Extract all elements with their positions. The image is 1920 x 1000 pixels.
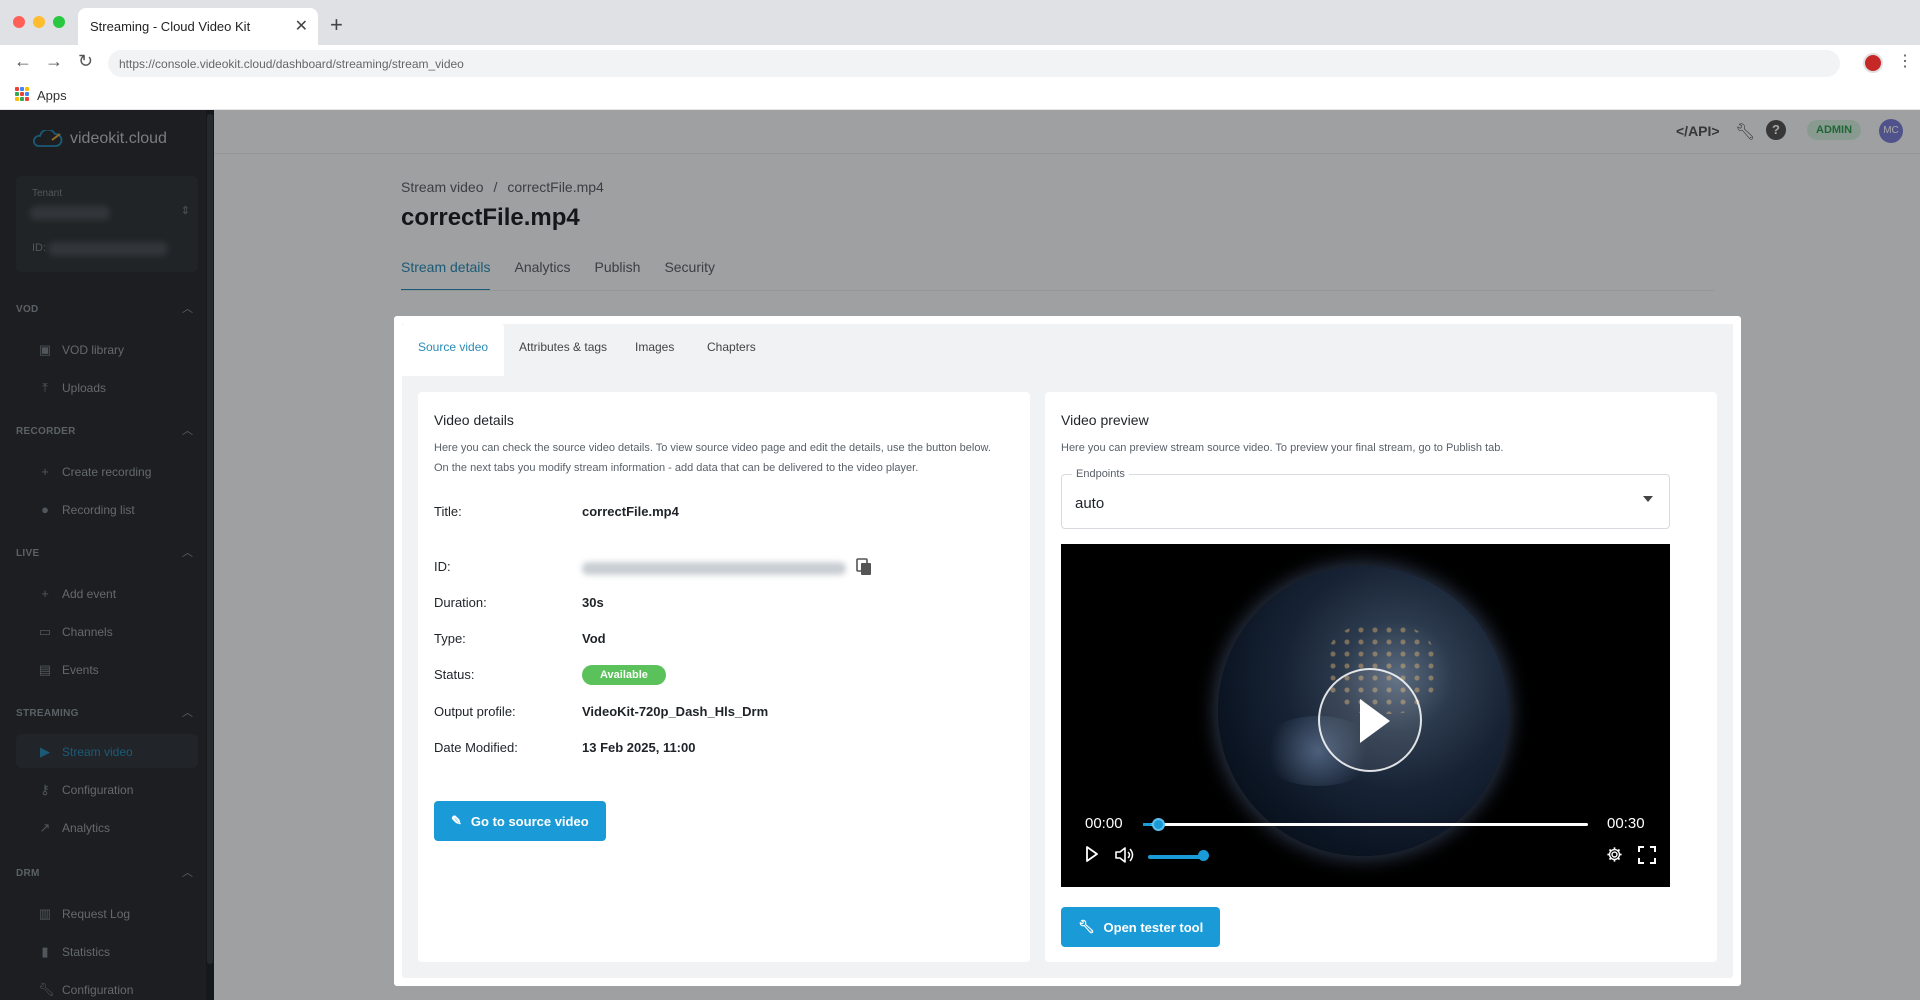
browser-menu-icon[interactable]: ⋮	[1897, 51, 1913, 71]
back-icon[interactable]: ←	[14, 51, 32, 72]
stream-details-card: Source video Attributes & tags Images Ch…	[394, 316, 1741, 986]
forward-icon[interactable]: →	[45, 51, 63, 72]
apps-bookmark[interactable]: Apps	[37, 88, 67, 103]
tab-attributes-tags[interactable]: Attributes & tags	[519, 340, 607, 354]
bookmarks-bar: Apps	[0, 81, 1920, 110]
endpoints-value: auto	[1075, 495, 1105, 512]
profile-icon[interactable]	[1863, 53, 1883, 73]
endpoints-label: Endpoints	[1072, 468, 1129, 480]
description-line: On the next tabs you modify stream infor…	[434, 462, 919, 474]
apps-grid-icon[interactable]	[15, 87, 29, 101]
status-label: Status:	[434, 667, 475, 682]
play-icon[interactable]	[1085, 846, 1099, 862]
big-play-button[interactable]	[1318, 668, 1422, 772]
wrench-icon: 🔧︎	[1078, 919, 1095, 934]
duration-value: 30s	[582, 595, 604, 610]
date-modified-label: Date Modified:	[434, 740, 518, 755]
open-tester-tool-button[interactable]: 🔧︎ Open tester tool	[1061, 907, 1221, 947]
button-label: Open tester tool	[1103, 919, 1204, 935]
tab-images[interactable]: Images	[635, 340, 674, 354]
endpoints-select[interactable]: Endpoints auto	[1061, 468, 1670, 529]
progress-track[interactable]	[1143, 823, 1588, 826]
maximize-window-button[interactable]	[53, 16, 65, 28]
status-badge: Available	[582, 665, 666, 685]
description-line: Here you can check the source video deta…	[434, 442, 991, 454]
tab-source-video[interactable]: Source video	[418, 340, 488, 354]
card-inner: Source video Attributes & tags Images Ch…	[402, 324, 1733, 978]
panel-title: Video preview	[1061, 412, 1149, 428]
title-label: Title:	[434, 504, 462, 519]
go-to-source-video-button[interactable]: ✎ Go to source video	[434, 801, 606, 841]
fullscreen-icon[interactable]	[1638, 846, 1656, 864]
video-preview-panel: Video preview Here you can preview strea…	[1045, 392, 1717, 962]
panel-description: Here you can preview stream source video…	[1061, 442, 1504, 454]
video-player[interactable]: 00:00 00:30	[1061, 544, 1670, 887]
dropdown-arrow-icon	[1643, 496, 1653, 502]
duration-time: 00:30	[1607, 815, 1645, 832]
browser-navbar: ← → ↻ https://console.videokit.cloud/das…	[0, 45, 1920, 81]
video-details-panel: Video details Here you can check the sou…	[418, 392, 1030, 962]
sub-tabs: Source video Attributes & tags Images Ch…	[402, 324, 1733, 376]
date-modified-value: 13 Feb 2025, 11:00	[582, 740, 696, 755]
button-label: Go to source video	[470, 813, 589, 829]
panel-description: Here you can check the source video deta…	[434, 438, 991, 478]
settings-gear-icon[interactable]	[1606, 846, 1623, 863]
progress-knob[interactable]	[1151, 818, 1165, 831]
browser-tab-title: Streaming - Cloud Video Kit	[90, 19, 251, 34]
id-label: ID:	[434, 559, 451, 574]
minimize-window-button[interactable]	[33, 16, 45, 28]
output-profile-label: Output profile:	[434, 704, 516, 719]
browser-tab-strip: Streaming - Cloud Video Kit ✕ +	[0, 0, 1920, 45]
title-value: correctFile.mp4	[582, 504, 679, 519]
type-value: Vod	[582, 631, 606, 646]
current-time: 00:00	[1085, 815, 1123, 832]
output-profile-value: VideoKit-720p_Dash_Hls_Drm	[582, 704, 769, 719]
new-tab-icon[interactable]: +	[330, 12, 343, 38]
volume-slider-track[interactable]	[1148, 855, 1204, 859]
progress-fill	[1143, 823, 1152, 826]
id-value-redacted	[582, 562, 846, 575]
reload-icon[interactable]: ↻	[78, 51, 93, 72]
panel-title: Video details	[434, 412, 514, 428]
address-bar[interactable]: https://console.videokit.cloud/dashboard…	[108, 50, 1840, 77]
duration-label: Duration:	[434, 595, 487, 610]
volume-icon[interactable]	[1114, 846, 1136, 864]
copy-icon[interactable]	[856, 558, 872, 576]
volume-slider-knob[interactable]	[1198, 850, 1209, 861]
close-window-button[interactable]	[13, 16, 25, 28]
type-label: Type:	[434, 631, 466, 646]
browser-tab[interactable]: Streaming - Cloud Video Kit ✕	[78, 8, 318, 45]
tab-chapters[interactable]: Chapters	[707, 340, 756, 354]
url-text: https://console.videokit.cloud/dashboard…	[119, 57, 464, 71]
pencil-icon: ✎	[451, 813, 462, 828]
close-tab-icon[interactable]: ✕	[295, 16, 308, 36]
